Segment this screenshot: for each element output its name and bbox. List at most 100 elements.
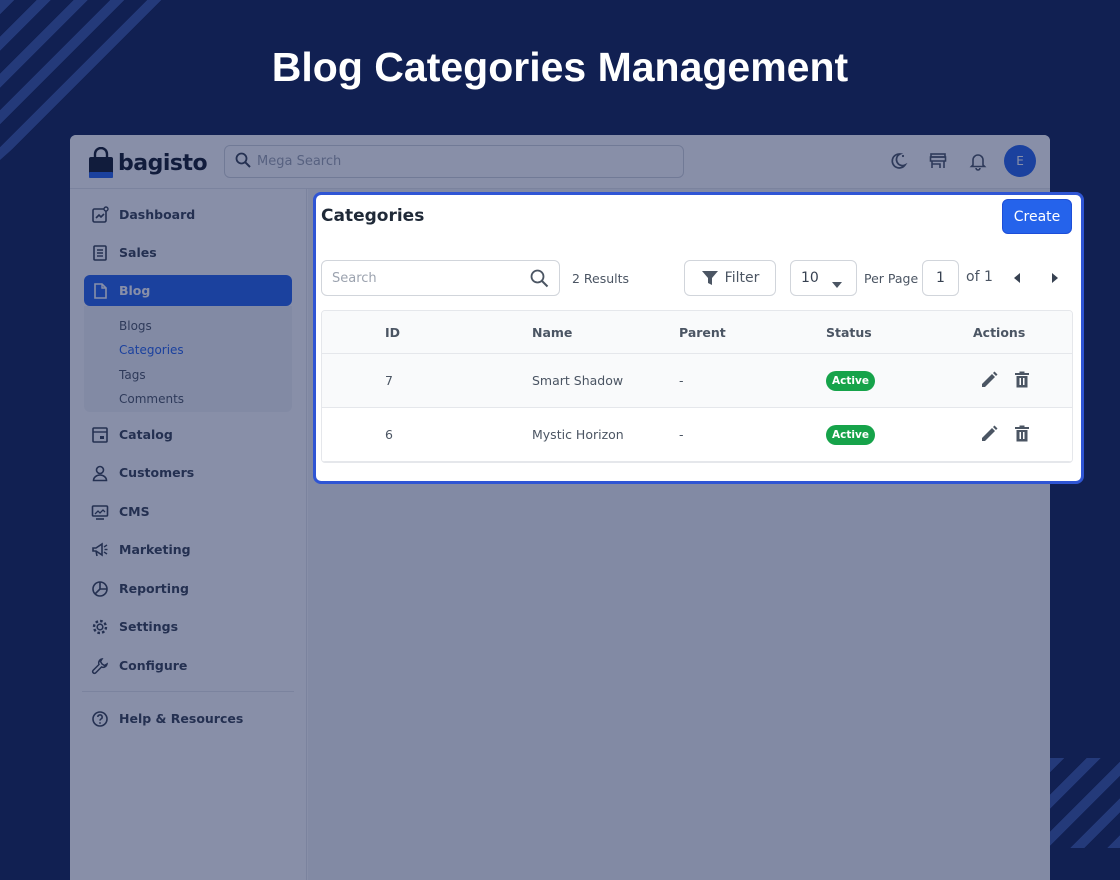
column-header-name[interactable]: Name (532, 325, 572, 340)
caret-right-icon (1052, 273, 1058, 283)
results-count: 2 Results (572, 271, 630, 286)
top-bar: bagisto E (70, 135, 1050, 189)
trash-icon (1015, 371, 1029, 388)
mega-search-box[interactable] (224, 145, 684, 178)
megaphone-icon (90, 540, 110, 560)
submenu-item-tags[interactable]: Tags (119, 368, 146, 382)
filter-button[interactable]: Filter (684, 260, 776, 296)
cell-parent: - (679, 427, 684, 442)
table-row: 6 Mystic Horizon - Active (322, 408, 1072, 462)
sidebar: Dashboard Sales Blog Blogs Categories Ta… (70, 189, 307, 880)
logo-text: bagisto (118, 150, 208, 176)
page-total: of 1 (966, 269, 993, 285)
sidebar-item-settings[interactable]: Settings (84, 611, 292, 642)
sidebar-item-label: Marketing (119, 542, 191, 557)
column-header-id[interactable]: ID (385, 325, 400, 340)
submenu-item-blogs[interactable]: Blogs (119, 319, 152, 333)
pencil-icon (982, 371, 998, 387)
sidebar-item-label: CMS (119, 504, 150, 519)
per-page-value: 10 (801, 270, 819, 286)
cell-parent: - (679, 373, 684, 388)
sidebar-item-label: Reporting (119, 581, 189, 596)
column-header-status[interactable]: Status (826, 325, 872, 340)
page-title: Categories (321, 206, 425, 226)
gear-icon (90, 617, 110, 637)
pencil-icon (982, 425, 998, 441)
sidebar-item-label: Help & Resources (119, 711, 244, 726)
sidebar-item-help[interactable]: Help & Resources (84, 703, 292, 734)
sidebar-item-dashboard[interactable]: Dashboard (84, 199, 292, 230)
edit-button[interactable] (978, 423, 1000, 445)
search-input[interactable] (332, 270, 522, 286)
cell-id: 7 (385, 373, 393, 388)
sidebar-item-label: Blog (119, 283, 151, 298)
cell-name: Mystic Horizon (532, 427, 624, 442)
bell-icon (969, 154, 987, 171)
sidebar-item-label: Sales (119, 245, 157, 260)
cell-id: 6 (385, 427, 393, 442)
status-badge: Active (826, 425, 875, 445)
catalog-icon (90, 425, 110, 445)
mega-search-input[interactable] (257, 154, 657, 169)
sidebar-item-marketing[interactable]: Marketing (84, 534, 292, 565)
prev-page-button[interactable] (1009, 270, 1025, 286)
cell-name: Smart Shadow (532, 373, 624, 388)
funnel-icon (701, 271, 718, 285)
receipt-icon (90, 243, 110, 263)
sidebar-item-reporting[interactable]: Reporting (84, 573, 292, 604)
user-icon (90, 463, 110, 483)
column-header-actions: Actions (973, 325, 1026, 340)
column-header-parent[interactable]: Parent (679, 325, 726, 340)
sidebar-item-blog[interactable]: Blog (84, 275, 292, 306)
sidebar-item-label: Settings (119, 619, 179, 634)
submenu-item-categories[interactable]: Categories (119, 343, 184, 357)
logo[interactable]: bagisto (88, 145, 208, 181)
moon-icon (891, 153, 908, 169)
sidebar-item-customers[interactable]: Customers (84, 457, 292, 488)
dashboard-icon (90, 205, 110, 225)
search-icon (235, 152, 251, 172)
storefront-button[interactable] (918, 145, 958, 177)
next-page-button[interactable] (1047, 270, 1063, 286)
per-page-label: Per Page (864, 271, 919, 286)
top-icons: E (878, 145, 1036, 177)
sidebar-item-label: Dashboard (119, 207, 196, 222)
categories-panel: Categories Create 2 Results Filter 10 Pe… (313, 192, 1084, 484)
avatar[interactable]: E (1004, 145, 1036, 177)
search-icon[interactable] (530, 269, 549, 292)
create-button[interactable]: Create (1002, 199, 1072, 234)
sidebar-item-configure[interactable]: Configure (84, 650, 292, 681)
filter-label: Filter (724, 270, 760, 286)
per-page-select[interactable]: 10 (790, 260, 857, 296)
question-icon (90, 709, 110, 729)
sidebar-item-sales[interactable]: Sales (84, 237, 292, 268)
status-badge: Active (826, 371, 875, 391)
table-header: ID Name Parent Status Actions (322, 311, 1072, 354)
datagrid-search[interactable] (321, 260, 560, 296)
delete-button[interactable] (1011, 369, 1033, 391)
dark-mode-toggle[interactable] (878, 145, 918, 177)
caret-left-icon (1014, 273, 1020, 283)
store-icon (929, 153, 947, 168)
page-number-input[interactable] (922, 260, 959, 296)
blog-submenu: Blogs Categories Tags Comments (84, 306, 292, 412)
categories-table: ID Name Parent Status Actions 7 Smart Sh… (321, 310, 1073, 463)
sidebar-item-label: Configure (119, 658, 188, 673)
sidebar-item-catalog[interactable]: Catalog (84, 419, 292, 450)
sidebar-item-label: Customers (119, 465, 195, 480)
decor-stripes-bottom-right (1050, 758, 1120, 848)
trash-icon (1015, 425, 1029, 442)
table-row: 7 Smart Shadow - Active (322, 354, 1072, 408)
monitor-icon (90, 502, 110, 522)
shopping-bag-icon (88, 146, 114, 179)
hero-title: Blog Categories Management (271, 44, 849, 90)
sidebar-divider (82, 691, 294, 692)
edit-button[interactable] (978, 369, 1000, 391)
delete-button[interactable] (1011, 423, 1033, 445)
notifications-button[interactable] (958, 145, 998, 177)
submenu-item-comments[interactable]: Comments (119, 392, 184, 406)
pie-chart-icon (90, 579, 110, 599)
caret-down-icon (832, 276, 842, 292)
sidebar-item-cms[interactable]: CMS (84, 496, 292, 527)
document-icon (90, 281, 110, 301)
